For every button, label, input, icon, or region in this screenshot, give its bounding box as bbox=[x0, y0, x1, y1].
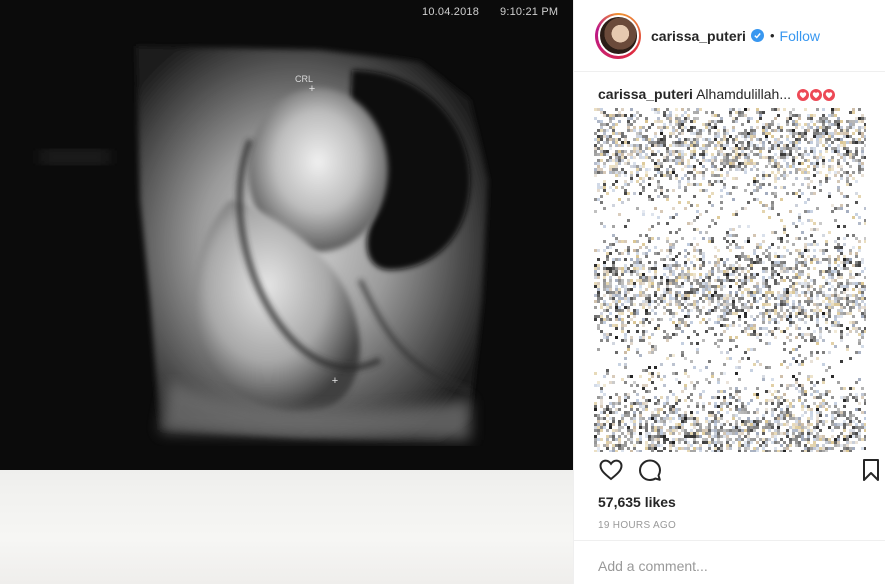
svg-text:+: + bbox=[309, 83, 315, 95]
bookmark-icon[interactable] bbox=[862, 458, 880, 482]
caption-hearts bbox=[796, 89, 835, 101]
caption-text: Alhamdulillah... bbox=[696, 86, 792, 102]
blurred-comments-area bbox=[594, 108, 866, 452]
scan-time: 9:10:21 PM bbox=[500, 6, 559, 18]
likes-count[interactable]: 57,635 likes bbox=[598, 494, 676, 510]
heart-emoji-icon bbox=[796, 89, 809, 101]
comment-input[interactable] bbox=[598, 558, 858, 574]
post-caption: carissa_puteri Alhamdulillah... bbox=[598, 86, 868, 102]
post-photo[interactable]: + + CRL 10.04.2018 9:10:21 PM bbox=[0, 0, 573, 584]
post-time-ago[interactable]: 19 HOURS AGO bbox=[598, 520, 676, 531]
ultrasound-scan-image: + + bbox=[40, 46, 488, 440]
heart-outline-icon[interactable] bbox=[598, 458, 624, 482]
username-link[interactable]: carissa_puteri bbox=[651, 28, 746, 44]
scan-date: 10.04.2018 bbox=[422, 6, 480, 18]
avatar-photo bbox=[597, 15, 639, 56]
crl-caliper-label: CRL bbox=[295, 74, 314, 84]
post-side-panel: carissa_puteri • Follow carissa_puteri A… bbox=[573, 0, 885, 584]
comment-bubble-icon[interactable] bbox=[638, 458, 662, 482]
caption-username[interactable]: carissa_puteri bbox=[598, 86, 693, 102]
comment-bar bbox=[574, 540, 885, 584]
follow-button[interactable]: Follow bbox=[780, 28, 820, 44]
action-bar bbox=[574, 456, 885, 490]
verified-badge-icon bbox=[750, 29, 764, 42]
heart-emoji-icon bbox=[822, 89, 835, 101]
avatar[interactable] bbox=[595, 12, 641, 59]
separator-dot: • bbox=[769, 28, 775, 43]
post-header: carissa_puteri • Follow bbox=[574, 0, 885, 72]
heart-emoji-icon bbox=[809, 89, 822, 101]
svg-text:+: + bbox=[332, 375, 338, 387]
